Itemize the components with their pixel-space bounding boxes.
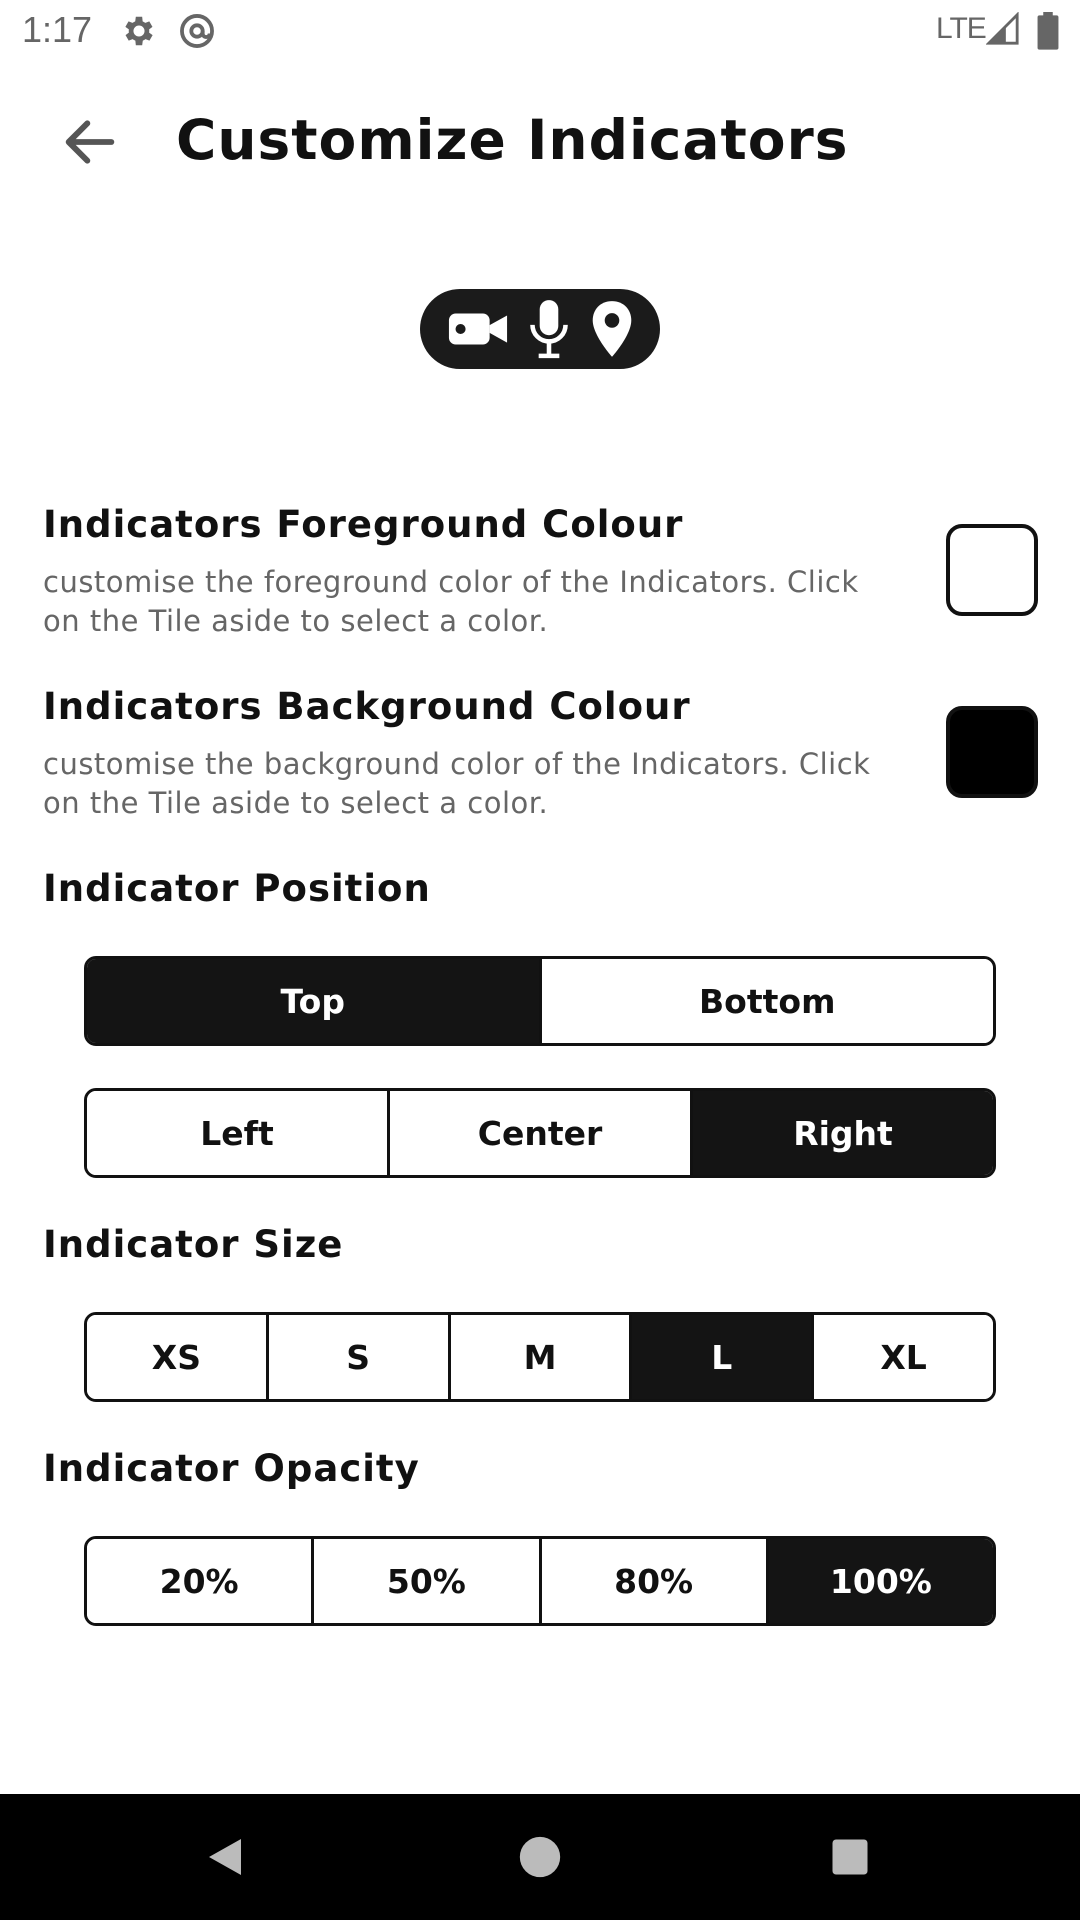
at-sign-icon (178, 12, 216, 50)
size-l-option[interactable]: L (629, 1315, 812, 1399)
size-xl-option[interactable]: XL (811, 1315, 993, 1399)
opacity-20-option[interactable]: 20% (87, 1539, 312, 1623)
background-colour-title: Indicators Background Colour (43, 685, 691, 728)
opacity-section-title: Indicator Opacity (43, 1447, 420, 1490)
microphone-icon (527, 298, 571, 360)
arrow-left-icon (65, 120, 115, 164)
position-left-option[interactable]: Left (87, 1091, 387, 1175)
system-nav-bar (0, 1794, 1080, 1920)
status-bar: 1:17 LTE (0, 0, 1080, 63)
video-camera-icon (447, 304, 509, 354)
nav-home-button[interactable] (495, 1812, 585, 1902)
back-triangle-icon (209, 1839, 241, 1875)
nav-recents-button[interactable] (805, 1812, 895, 1902)
background-color-tile[interactable] (946, 706, 1038, 798)
position-section-title: Indicator Position (43, 867, 431, 910)
position-center-option[interactable]: Center (387, 1091, 690, 1175)
position-right-option[interactable]: Right (690, 1091, 993, 1175)
size-m-option[interactable]: M (447, 1315, 630, 1399)
background-colour-description: customise the background color of the In… (43, 747, 871, 820)
size-selector: XS S M L XL (84, 1312, 996, 1402)
opacity-100-option[interactable]: 100% (765, 1539, 993, 1623)
recents-square-icon (832, 1839, 868, 1875)
gear-icon (120, 12, 158, 50)
vertical-position-selector: Top Bottom (84, 956, 996, 1046)
size-xs-option[interactable]: XS (87, 1315, 266, 1399)
size-s-option[interactable]: S (265, 1315, 448, 1399)
back-button[interactable] (50, 102, 130, 182)
location-pin-icon (590, 299, 634, 359)
position-bottom-option[interactable]: Bottom (538, 959, 993, 1043)
foreground-colour-description: customise the foreground color of the In… (43, 565, 859, 638)
page-title: Customize Indicators (176, 108, 849, 172)
foreground-color-tile[interactable] (946, 524, 1038, 616)
nav-back-button[interactable] (180, 1812, 270, 1902)
horizontal-position-selector: Left Center Right (84, 1088, 996, 1178)
opacity-selector: 20% 50% 80% 100% (84, 1536, 996, 1626)
opacity-50-option[interactable]: 50% (311, 1539, 539, 1623)
battery-icon (1036, 12, 1074, 50)
signal-icon (985, 11, 1024, 50)
position-top-option[interactable]: Top (87, 959, 539, 1043)
home-circle-icon (519, 1836, 561, 1878)
status-time: 1:17 (22, 9, 93, 50)
foreground-colour-title: Indicators Foreground Colour (43, 503, 684, 546)
opacity-80-option[interactable]: 80% (538, 1539, 766, 1623)
network-type: LTE (936, 12, 987, 45)
indicator-preview (420, 289, 660, 369)
size-section-title: Indicator Size (43, 1223, 344, 1266)
